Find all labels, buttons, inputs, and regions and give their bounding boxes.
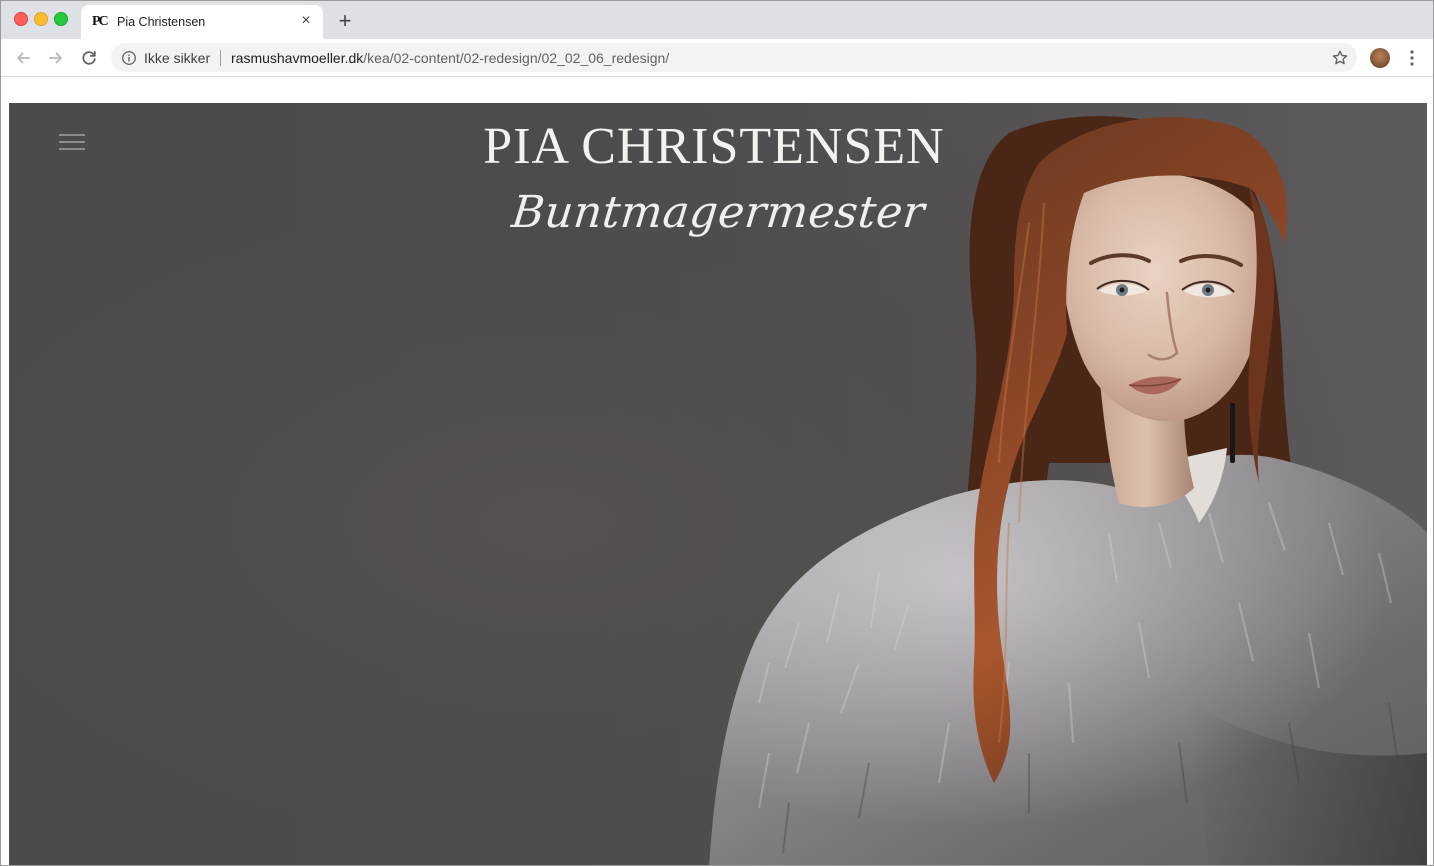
brand-logo-tagline: Buntmagermester xyxy=(9,185,1427,241)
page-viewport: PIA CHRISTENSEN Buntmagermester xyxy=(1,77,1433,865)
kebab-menu-icon[interactable] xyxy=(1404,48,1420,68)
url-text[interactable]: rasmushavmoeller.dk/kea/02-content/02-re… xyxy=(231,50,669,66)
brand-tagline-text: Buntmagermester xyxy=(509,187,927,238)
info-icon[interactable] xyxy=(121,50,137,66)
browser-toolbar: Ikke sikker rasmushavmoeller.dk/kea/02-c… xyxy=(1,39,1433,77)
address-bar[interactable]: Ikke sikker rasmushavmoeller.dk/kea/02-c… xyxy=(111,43,1357,72)
new-tab-button[interactable]: + xyxy=(334,10,356,32)
tab-strip: PC Pia Christensen × + xyxy=(1,1,1433,39)
hero-section: PIA CHRISTENSEN Buntmagermester xyxy=(9,103,1427,865)
browser-window: PC Pia Christensen × + Ikke sikker rasmu… xyxy=(0,0,1434,866)
reload-button[interactable] xyxy=(78,47,100,69)
back-button[interactable] xyxy=(12,47,34,69)
brand-name-text: PIA CHRISTENSEN xyxy=(483,118,945,175)
url-host: rasmushavmoeller.dk xyxy=(231,50,364,66)
reload-icon xyxy=(82,50,96,65)
minimize-window-button[interactable] xyxy=(34,12,48,26)
tab-pia-christensen[interactable]: PC Pia Christensen × xyxy=(81,5,323,39)
brand-logo-name[interactable]: PIA CHRISTENSEN xyxy=(9,117,1427,177)
arrow-left-icon xyxy=(17,52,30,64)
security-status-label[interactable]: Ikke sikker xyxy=(144,50,210,66)
forward-button[interactable] xyxy=(45,47,67,69)
maximize-window-button[interactable] xyxy=(54,12,68,26)
profile-avatar[interactable] xyxy=(1370,48,1390,68)
tab-title: Pia Christensen xyxy=(117,15,206,29)
arrow-right-icon xyxy=(49,52,62,64)
tab-close-button[interactable]: × xyxy=(297,12,315,30)
star-icon[interactable] xyxy=(1331,49,1349,67)
favicon-icon: PC xyxy=(92,14,109,29)
close-window-button[interactable] xyxy=(14,12,28,26)
address-divider xyxy=(220,50,221,66)
url-path: /kea/02-content/02-redesign/02_02_06_red… xyxy=(363,50,670,66)
